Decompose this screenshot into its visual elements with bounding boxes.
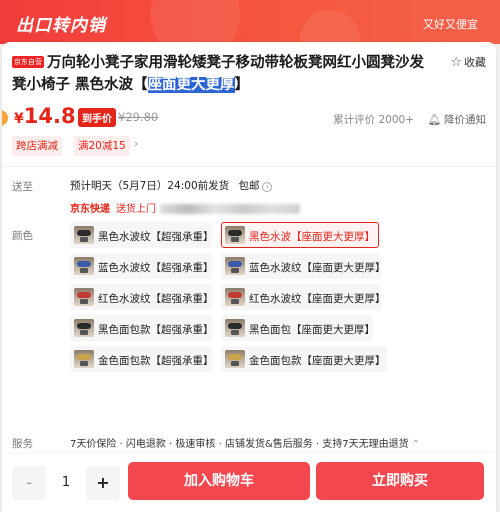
price-drop-notify-button[interactable]: 🔔︎ 降价通知 (428, 112, 486, 127)
color-option-thumbnail (74, 319, 94, 337)
color-option-thumbnail (74, 288, 94, 306)
color-option-label: 蓝色水波纹【座面更大更厚】 (249, 262, 386, 274)
color-option[interactable]: 蓝色水波纹【座面更大更厚】 (221, 253, 386, 279)
shipping-time: 预计明天（5月7日）24:00前发货 (70, 180, 230, 192)
purchase-bar: - 1 + 加入购物车 立即购买 (2, 454, 496, 512)
favorite-label: 收藏 (464, 56, 486, 69)
color-option-label: 黑色面包款【超强承重】 (98, 324, 214, 336)
banner-decoration (300, 10, 360, 44)
service-list[interactable]: 7天价保险 · 闪电退款 · 极速审核 · 店铺发货&售后服务 · 支持7天无理… (70, 435, 420, 450)
color-option[interactable]: 红色水波纹【超强承重】 (70, 284, 214, 310)
banner-title: 出口转内销 (16, 16, 106, 36)
quantity-input[interactable]: 1 (46, 466, 86, 500)
color-option-thumbnail (74, 257, 94, 275)
color-option-thumbnail (225, 226, 245, 244)
color-option-label: 蓝色水波纹【超强承重】 (98, 262, 214, 274)
delivery-method: 京东快递 送货上门 (70, 200, 300, 215)
banner-slogan: 又好又便宜 (423, 18, 478, 31)
price-value: 14.8 (23, 104, 76, 128)
color-option[interactable]: 蓝色水波纹【超强承重】 (70, 253, 214, 279)
chevron-up-icon[interactable]: ⌃ (412, 439, 420, 450)
product-title-end: 】 (234, 77, 250, 93)
color-label: 颜色 (12, 230, 33, 242)
postage-text: 包邮 (238, 180, 260, 192)
color-option-label: 红色水波纹【座面更大更厚】 (249, 293, 386, 305)
currency-symbol: ¥ (14, 111, 24, 127)
original-price: ¥29.80 (118, 110, 159, 124)
address-redacted[interactable] (160, 204, 300, 214)
product-title-highlight: 座面更大更厚 (147, 77, 235, 93)
color-option-thumbnail (225, 288, 245, 306)
current-price: ¥14.8 (14, 104, 76, 128)
buy-now-button[interactable]: 立即购买 (316, 462, 484, 500)
section-divider (2, 166, 496, 167)
service-label: 服务 (12, 438, 33, 450)
chevron-right-icon[interactable]: › (134, 137, 138, 150)
color-option[interactable]: 黑色水波【座面更大更厚】 (221, 222, 379, 248)
color-option-label: 黑色水波纹【超强承重】 (98, 231, 214, 243)
color-option-thumbnail (74, 350, 94, 368)
product-card: 京东自营 万向轮小凳子家用滑轮矮凳子移动带轮板凳网红小圆凳沙发凳小椅子 黑色水波【… (2, 42, 496, 512)
color-option[interactable]: 黑色面包款【超强承重】 (70, 315, 214, 341)
product-title: 京东自营 万向轮小凳子家用滑轮矮凳子移动带轮板凳网红小圆凳沙发凳小椅子 黑色水波【… (12, 52, 432, 96)
color-option-label: 黑色面包【座面更大更厚】 (249, 324, 375, 336)
quantity-stepper: - 1 + (12, 466, 120, 500)
add-to-cart-button[interactable]: 加入购物车 (128, 462, 310, 500)
bell-icon: 🔔︎ (427, 114, 441, 126)
self-operated-badge: 京东自营 (12, 56, 44, 68)
info-icon[interactable]: i (262, 182, 273, 192)
increase-quantity-button[interactable]: + (86, 466, 120, 500)
service-text: 7天价保险 · 闪电退款 · 极速审核 · 店铺发货&售后服务 · 支持7天无理… (70, 439, 409, 450)
color-option-thumbnail (225, 350, 245, 368)
color-option-label: 金色面包款【超强承重】 (98, 355, 214, 367)
favorite-button[interactable]: ☆ 收藏 (450, 54, 486, 70)
promo-tag[interactable]: 满20减15 (74, 136, 130, 156)
decrease-quantity-button[interactable]: - (12, 466, 46, 500)
promo-tag[interactable]: 跨店满减 (12, 136, 62, 156)
express-label: 京东快递 (70, 204, 110, 215)
side-indicator (2, 110, 8, 126)
door-delivery-label: 送货上门 (116, 204, 156, 215)
shipping-estimate[interactable]: 预计明天（5月7日）24:00前发货 包邮 i (70, 178, 273, 193)
color-option-thumbnail (225, 257, 245, 275)
final-price-tag: 到手价 (78, 108, 116, 127)
color-option[interactable]: 红色水波纹【座面更大更厚】 (221, 284, 386, 310)
color-option-label: 金色面包款【座面更大更厚】 (249, 355, 386, 367)
color-option-label: 红色水波纹【超强承重】 (98, 293, 214, 305)
banner-decoration (150, 0, 240, 44)
color-option[interactable]: 金色面包款【座面更大更厚】 (221, 346, 387, 372)
color-option[interactable]: 金色面包款【超强承重】 (70, 346, 214, 372)
review-count[interactable]: 累计评价 2000+ (333, 112, 414, 127)
notify-label: 降价通知 (444, 114, 486, 126)
color-option[interactable]: 黑色水波纹【超强承重】 (70, 222, 214, 248)
color-option-thumbnail (225, 319, 245, 337)
shipping-label: 送至 (12, 181, 33, 193)
price-row: ¥14.8 到手价 ¥29.80 累计评价 2000+ 🔔︎ 降价通知 (2, 102, 486, 132)
color-option-thumbnail (74, 226, 94, 244)
promo-banner: 出口转内销 又好又便宜 (0, 0, 500, 44)
color-option[interactable]: 黑色面包【座面更大更厚】 (221, 315, 375, 341)
star-outline-icon: ☆ (450, 55, 462, 70)
color-option-label: 黑色水波【座面更大更厚】 (249, 231, 375, 243)
